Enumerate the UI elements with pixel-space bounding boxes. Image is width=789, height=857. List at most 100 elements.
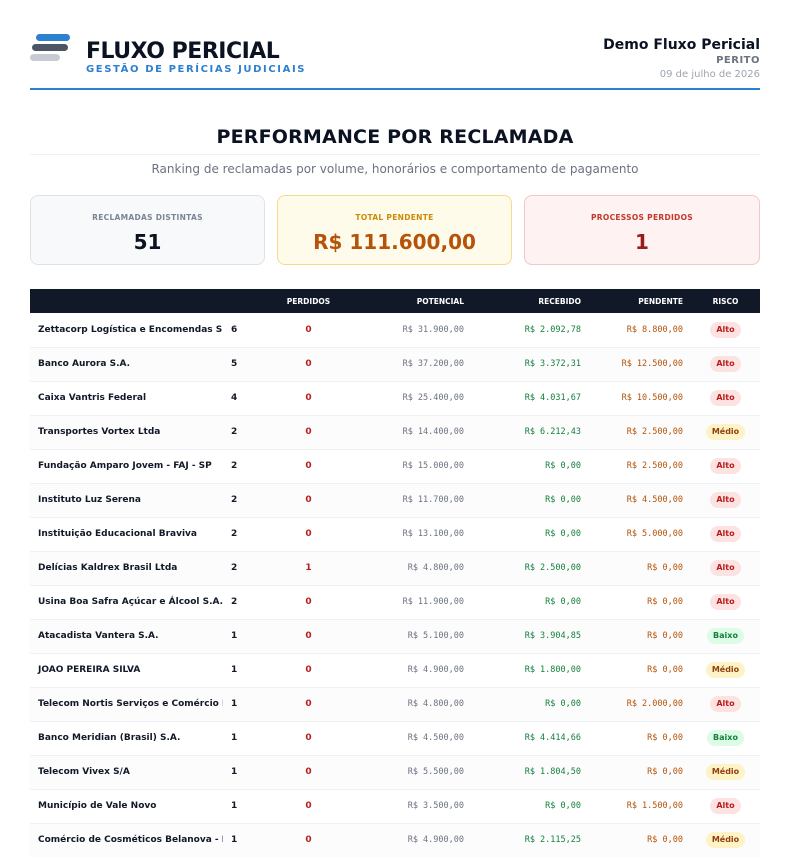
logo-icon [30, 34, 72, 64]
risk-badge: Alto [710, 560, 741, 576]
potential-value: R$ 11.700,00 [352, 483, 472, 518]
received-value: R$ 4.031,67 [472, 381, 589, 416]
lost-count: 0 [265, 347, 352, 382]
received-value: R$ 0,00 [472, 789, 589, 824]
pending-value: R$ 1.500,00 [589, 789, 691, 824]
risk-cell: Alto [691, 789, 760, 824]
proc-count: 1 [223, 687, 265, 722]
lost-count: 0 [265, 653, 352, 688]
table-row: Atacadista Vantera S.A. 1 0 R$ 5.100,00 R$ 3… [30, 619, 760, 654]
received-value: R$ 1.804,50 [472, 755, 589, 790]
received-value: R$ 6.212,43 [472, 415, 589, 450]
claimant-name: Caixa Vantris Federal [30, 381, 223, 416]
table-row: Transportes Vortex Ltda 2 0 R$ 14.400,00 R$ … [30, 415, 760, 450]
potential-value: R$ 14.400,00 [352, 415, 472, 450]
col-header: RECLAMADA [30, 289, 223, 313]
pending-value: R$ 12.500,00 [589, 347, 691, 382]
lost-count: 0 [265, 483, 352, 518]
lost-count: 0 [265, 789, 352, 824]
potential-value: R$ 4.900,00 [352, 823, 472, 857]
claimant-name: Zettacorp Logística e Encomendas S.A. [30, 313, 223, 348]
risk-cell: Baixo [691, 721, 760, 756]
lost-count: 0 [265, 619, 352, 654]
table-header: RECLAMADA PROC. PERDIDOS POTENCIAL RECEB… [30, 289, 760, 313]
risk-cell: Médio [691, 415, 760, 450]
received-value: R$ 3.904,85 [472, 619, 589, 654]
received-value: R$ 0,00 [472, 449, 589, 484]
col-header: RISCO [691, 289, 760, 313]
claimant-name: Delícias Kaldrex Brasil Ltda [30, 551, 223, 586]
potential-value: R$ 4.500,00 [352, 721, 472, 756]
risk-badge: Alto [710, 594, 741, 610]
claimant-name: Transportes Vortex Ltda [30, 415, 223, 450]
proc-count: 2 [223, 551, 265, 586]
table-row: Usina Boa Safra Açúcar e Álcool S.A. 2 0 R$… [30, 585, 760, 620]
lost-count: 0 [265, 415, 352, 450]
pending-value: R$ 0,00 [589, 585, 691, 620]
pending-value: R$ 0,00 [589, 619, 691, 654]
received-value: R$ 1.800,00 [472, 653, 589, 688]
card-label: RECLAMADAS DISTINTAS [92, 213, 203, 222]
card-total-pending: TOTAL PENDENTE R$ 111.600,00 [277, 195, 512, 265]
pending-value: R$ 10.500,00 [589, 381, 691, 416]
risk-badge: Alto [710, 526, 741, 542]
lost-count: 0 [265, 313, 352, 348]
risk-cell: Baixo [691, 619, 760, 654]
claimant-name: Telecom Nortis Serviços e Comércio Ltd [30, 687, 223, 722]
claimant-name: Telecom Vivex S/A [30, 755, 223, 790]
lost-count: 0 [265, 381, 352, 416]
table-row: JOAO PEREIRA SILVA 1 0 R$ 4.900,00 R$ 1.800,… [30, 653, 760, 688]
received-value: R$ 0,00 [472, 687, 589, 722]
risk-cell: Alto [691, 347, 760, 382]
risk-badge: Alto [710, 696, 741, 712]
risk-badge: Alto [710, 356, 741, 372]
potential-value: R$ 37.200,00 [352, 347, 472, 382]
pending-value: R$ 5.000,00 [589, 517, 691, 552]
potential-value: R$ 4.800,00 [352, 687, 472, 722]
card-distinct-claimants: RECLAMADAS DISTINTAS 51 [30, 195, 265, 265]
risk-badge: Alto [710, 492, 741, 508]
pending-value: R$ 2.500,00 [589, 449, 691, 484]
user-info: Demo Fluxo Pericial PERITO 09 de julho d… [603, 37, 760, 82]
risk-cell: Alto [691, 449, 760, 484]
table-row: Instituto Luz Serena 2 0 R$ 11.700,00 R$ 0,0… [30, 483, 760, 518]
risk-cell: Alto [691, 551, 760, 586]
received-value: R$ 2.500,00 [472, 551, 589, 586]
page-subtitle: Ranking de reclamadas por volume, honorá… [151, 162, 639, 176]
risk-cell: Médio [691, 823, 760, 857]
brand-tagline: GESTÃO DE PERÍCIAS JUDICIAIS [86, 64, 307, 75]
table-row: Fundação Amparo Jovem - FAJ - SP 2 0 R$ 15.… [30, 449, 760, 484]
claimant-name: Banco Aurora S.A. [30, 347, 223, 382]
pending-value: R$ 0,00 [589, 823, 691, 857]
table-row: Zettacorp Logística e Encomendas S.A. 6 0 R… [30, 313, 760, 348]
risk-badge: Alto [710, 798, 741, 814]
pending-value: R$ 0,00 [589, 551, 691, 586]
received-value: R$ 0,00 [472, 483, 589, 518]
table-row: Telecom Vivex S/A 1 0 R$ 5.500,00 R$ 1.804,5… [30, 755, 760, 790]
risk-cell: Médio [691, 755, 760, 790]
col-header: POTENCIAL [352, 289, 472, 313]
lost-count: 0 [265, 755, 352, 790]
table-row: Delícias Kaldrex Brasil Ltda 2 1 R$ 4.800,0… [30, 551, 760, 586]
risk-cell: Alto [691, 517, 760, 552]
potential-value: R$ 4.900,00 [352, 653, 472, 688]
potential-value: R$ 25.400,00 [352, 381, 472, 416]
brand-name: FLUXO PERICIAL [86, 39, 280, 64]
risk-badge: Alto [710, 321, 741, 338]
claimant-name: Município de Vale Novo [30, 789, 223, 824]
proc-count: 1 [223, 653, 265, 688]
table-row: Comércio de Cosméticos Belanova - EPP 1 0 R… [30, 823, 760, 857]
col-header: PERDIDOS [265, 289, 352, 313]
card-value: 1 [635, 230, 649, 254]
pending-value: R$ 4.500,00 [589, 483, 691, 518]
risk-cell: Alto [691, 313, 760, 348]
card-value: R$ 111.600,00 [313, 230, 476, 254]
risk-badge: Baixo [707, 628, 744, 644]
potential-value: R$ 5.500,00 [352, 755, 472, 790]
claimant-name: Comércio de Cosméticos Belanova - EPP [30, 823, 223, 857]
potential-value: R$ 11.900,00 [352, 585, 472, 620]
claimant-name: Usina Boa Safra Açúcar e Álcool S.A. [30, 585, 223, 620]
risk-cell: Alto [691, 585, 760, 620]
claimants-table: RECLAMADA PROC. PERDIDOS POTENCIAL RECEB… [30, 289, 760, 857]
lost-count: 0 [265, 823, 352, 857]
